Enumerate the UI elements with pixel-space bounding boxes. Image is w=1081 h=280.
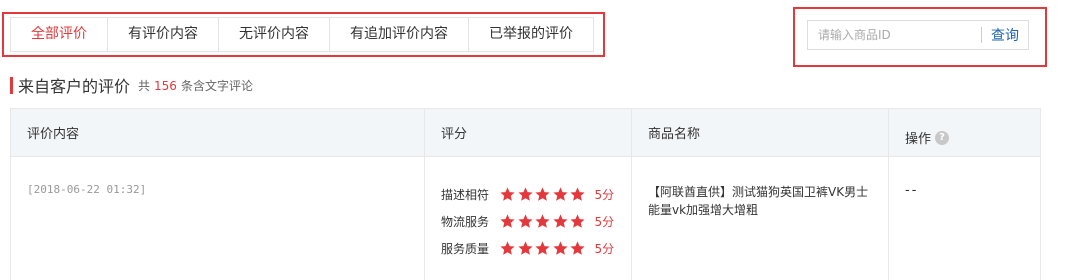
star-icon <box>569 240 586 257</box>
tab-all-reviews[interactable]: 全部评价 <box>11 18 108 51</box>
star-icon <box>534 213 551 230</box>
table-header: 评价内容 评分 商品名称 操作 ? <box>11 109 1040 157</box>
star-icon <box>499 186 516 203</box>
count-prefix: 共 <box>138 78 151 93</box>
rating-score: 5分 <box>594 242 615 256</box>
review-count: 共 156 条含文字评论 <box>138 77 253 94</box>
star-icon <box>569 186 586 203</box>
tab-reported[interactable]: 已举报的评价 <box>469 18 593 51</box>
star-icon <box>517 240 534 257</box>
rating-row-service: 服务质量 5分 <box>441 235 631 262</box>
product-search-box: 查询 <box>807 20 1029 50</box>
review-time: [2018-06-22 01:32] <box>11 157 425 280</box>
table-row: [2018-06-22 01:32] 描述相符 5分 物流服务 5分 服务质量 … <box>11 157 1040 280</box>
product-id-input[interactable] <box>808 21 981 49</box>
star-icon <box>517 213 534 230</box>
header-action-label: 操作 <box>905 132 932 147</box>
rating-row-description: 描述相符 5分 <box>441 181 631 208</box>
rating-cell: 描述相符 5分 物流服务 5分 服务质量 5分 <box>425 157 632 280</box>
header-action: 操作 ? <box>889 109 1040 156</box>
title-accent-bar <box>10 76 13 94</box>
rating-label: 服务质量 <box>441 242 490 256</box>
tab-with-followup[interactable]: 有追加评价内容 <box>330 18 469 51</box>
product-name[interactable]: 【阿联酋直供】测试猫狗英国卫裤VK男士能量vk加强增大增粗 <box>632 157 889 280</box>
header-product: 商品名称 <box>632 109 889 156</box>
rating-label: 物流服务 <box>441 215 490 229</box>
star-rating <box>499 186 587 203</box>
star-icon <box>534 186 551 203</box>
star-icon <box>552 186 569 203</box>
search-button[interactable]: 查询 <box>982 25 1028 45</box>
count-number: 156 <box>154 78 177 93</box>
reviews-table: 评价内容 评分 商品名称 操作 ? [2018-06-22 01:32] 描述相… <box>10 108 1041 280</box>
question-circle-icon[interactable]: ? <box>935 130 950 145</box>
star-rating <box>499 240 587 257</box>
rating-score: 5分 <box>594 188 615 202</box>
tab-with-content[interactable]: 有评价内容 <box>108 18 219 51</box>
star-icon <box>499 240 516 257</box>
page-title: 来自客户的评价 <box>18 77 131 96</box>
section-title: 来自客户的评价 共 156 条含文字评论 <box>10 75 253 96</box>
rating-label: 描述相符 <box>441 188 490 202</box>
tab-without-content[interactable]: 无评价内容 <box>219 18 330 51</box>
filter-tabs: 全部评价 有评价内容 无评价内容 有追加评价内容 已举报的评价 <box>10 17 594 52</box>
star-icon <box>552 213 569 230</box>
star-icon <box>534 240 551 257</box>
star-icon <box>499 213 516 230</box>
header-rating: 评分 <box>425 109 632 156</box>
star-rating <box>499 213 587 230</box>
star-icon <box>552 240 569 257</box>
count-suffix: 条含文字评论 <box>180 78 253 93</box>
star-icon <box>517 186 534 203</box>
star-icon <box>569 213 586 230</box>
rating-row-logistics: 物流服务 5分 <box>441 208 631 235</box>
rating-score: 5分 <box>594 215 615 229</box>
action-cell: -- <box>905 183 919 198</box>
header-content: 评价内容 <box>11 109 425 156</box>
